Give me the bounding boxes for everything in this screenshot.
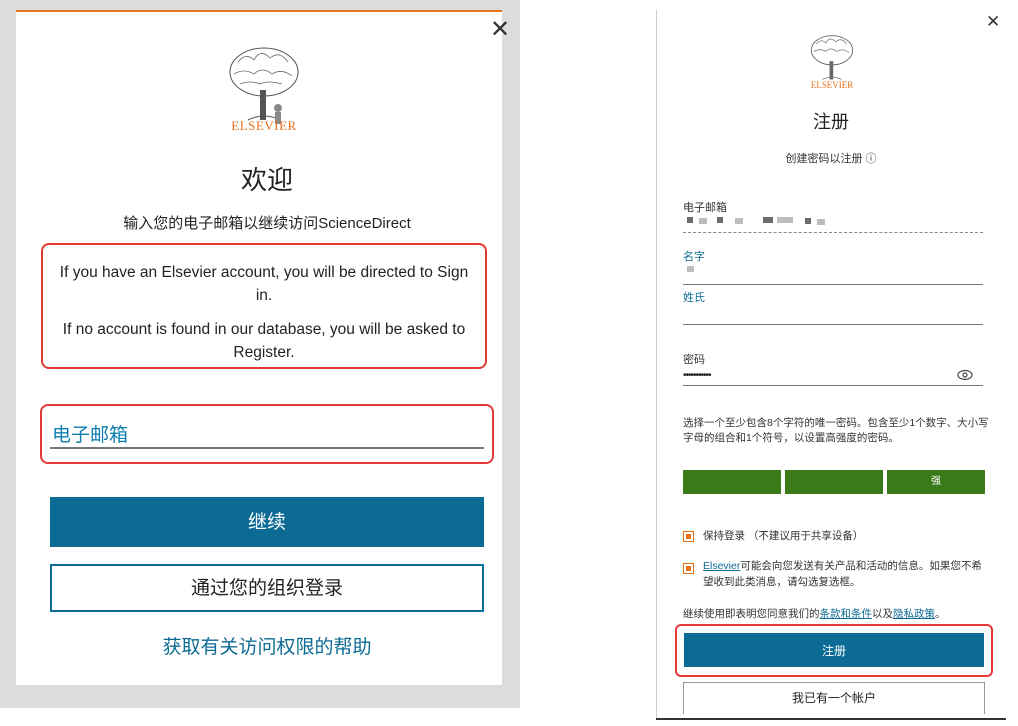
email-underline — [683, 232, 983, 233]
password-input[interactable]: ••••••••••• — [683, 370, 711, 381]
email-input[interactable] — [683, 212, 983, 232]
terms-notice: 继续使用即表明您同意我们的条款和条件以及隐私政策。 — [683, 606, 946, 621]
first-name-underline — [683, 284, 983, 285]
register-subtitle: 创建密码以注册 ⓘ — [785, 153, 877, 165]
redacted-text — [817, 219, 825, 225]
privacy-link[interactable]: 隐私政策 — [893, 608, 935, 620]
org-login-button[interactable]: 通过您的组织登录 — [50, 564, 484, 612]
redacted-text — [687, 266, 694, 272]
marketing-text: 可能会向您发送有关产品和活动的信息。如果您不希望收到此类消息，请勾选复选框。 — [703, 560, 982, 588]
terms-prefix: 继续使用即表明您同意我们的 — [683, 608, 820, 620]
marketing-optout-label: Elsevier可能会向您发送有关产品和活动的信息。如果您不希望收到此类消息，请… — [703, 558, 985, 590]
strength-segment-2 — [785, 470, 883, 494]
terms-middle: 以及 — [872, 608, 893, 620]
last-name-input[interactable] — [683, 303, 983, 323]
page-subtitle: 输入您的电子邮箱以继续访问ScienceDirect — [123, 215, 411, 232]
register-button[interactable]: 注册 — [684, 633, 984, 667]
register-title: 注册 — [813, 112, 849, 132]
password-label: 密码 — [683, 354, 705, 366]
info-text-register: If no account is found in our database, … — [62, 321, 466, 361]
password-underline — [683, 385, 983, 386]
continue-button[interactable]: 继续 — [50, 497, 484, 547]
dialog-bottom-edge — [656, 718, 1006, 720]
terms-link[interactable]: 条款和条件 — [820, 608, 873, 620]
email-field-underline — [50, 447, 484, 449]
redacted-text — [763, 217, 773, 223]
have-account-button[interactable]: 我已有一个帐户 — [683, 682, 985, 714]
stay-signed-in-checkbox[interactable] — [683, 531, 694, 542]
elsevier-wordmark: ELSEVIER — [810, 80, 854, 90]
elsevier-link[interactable]: Elsevier — [703, 560, 740, 572]
last-name-underline — [683, 324, 983, 325]
stay-signed-in-label: 保持登录 （不建议用于共享设备） — [703, 530, 864, 542]
redacted-text — [687, 217, 693, 223]
elsevier-wordmark: ELSEVIER — [231, 118, 297, 133]
account-info-highlight: If you have an Elsevier account, you wil… — [41, 243, 487, 369]
redacted-text — [717, 217, 723, 223]
page-title: 欢迎 — [240, 165, 293, 195]
redacted-text — [777, 217, 793, 223]
show-password-icon[interactable] — [957, 369, 973, 381]
password-hint: 选择一个至少包含8个字符的唯一密码。包含至少1个数字、大小写字母的组合和1个符号… — [683, 417, 989, 444]
redacted-text — [805, 218, 811, 224]
redacted-text — [699, 218, 707, 224]
marketing-optout-checkbox[interactable] — [683, 563, 694, 574]
strength-segment-1 — [683, 470, 781, 494]
redacted-text — [735, 218, 743, 224]
close-icon[interactable]: ✕ — [986, 12, 1000, 32]
email-field[interactable]: 电子邮箱 — [52, 420, 128, 447]
info-text-sign-in: If you have an Elsevier account, you wil… — [59, 264, 469, 304]
access-help-link[interactable]: 获取有关访问权限的帮助 — [16, 632, 518, 659]
close-icon[interactable]: ✕ — [490, 18, 510, 42]
first-name-input[interactable] — [683, 262, 983, 282]
strength-label: 强 — [931, 476, 941, 487]
terms-suffix: 。 — [935, 608, 946, 620]
